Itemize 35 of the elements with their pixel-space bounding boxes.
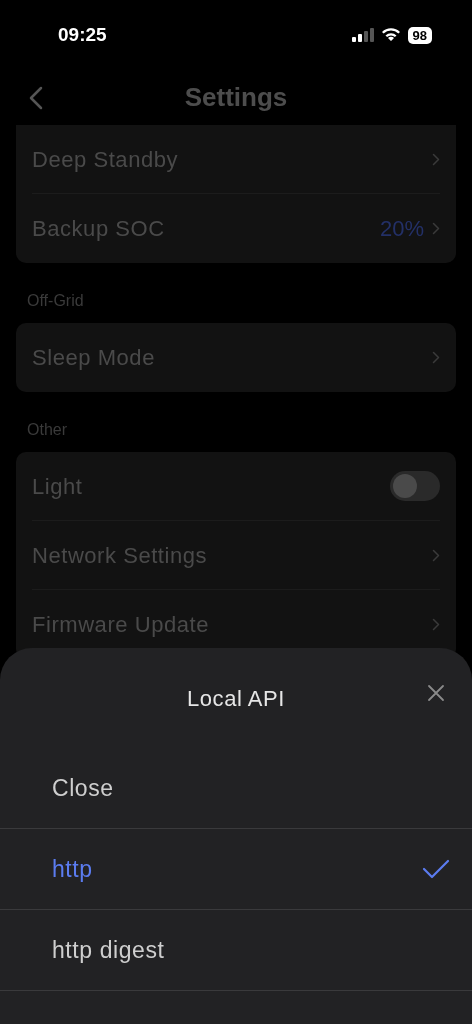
- settings-row[interactable]: Deep Standby: [32, 125, 440, 194]
- row-label: Deep Standby: [32, 145, 180, 174]
- section-title: Off-Grid: [26, 291, 85, 311]
- status-time: 09:25: [58, 22, 107, 47]
- check-icon: [422, 859, 450, 879]
- row-label: Network Settings: [32, 541, 209, 570]
- wifi-icon: [380, 28, 401, 42]
- row-label: Sleep Mode: [32, 344, 156, 372]
- option-row[interactable]: http: [0, 829, 472, 910]
- battery-icon: 98: [407, 26, 432, 44]
- row-value: 20%: [379, 215, 424, 243]
- row-label: Firmware Update: [32, 611, 210, 639]
- settings-row[interactable]: Sleep Mode: [32, 323, 440, 392]
- toggle-switch[interactable]: [390, 471, 440, 501]
- option-label: Close: [52, 773, 115, 803]
- chevron-right-icon: [432, 351, 440, 364]
- row-label: Light: [32, 472, 84, 501]
- option-row[interactable]: Close: [0, 748, 472, 829]
- option-row[interactable]: http digest: [0, 910, 472, 991]
- option-label: http digest: [52, 935, 166, 965]
- section-title: Other: [26, 420, 68, 440]
- row-label: Backup SOC: [32, 215, 166, 243]
- signal-icon: [351, 28, 374, 42]
- chevron-right-icon: [432, 152, 440, 166]
- back-icon[interactable]: [29, 85, 43, 110]
- chevron-right-icon: [432, 548, 440, 562]
- chevron-right-icon: [432, 222, 440, 235]
- close-icon[interactable]: [427, 684, 445, 702]
- settings-row[interactable]: Light: [32, 452, 440, 521]
- sheet-title: Local API: [187, 684, 285, 713]
- chevron-right-icon: [432, 618, 440, 631]
- settings-row[interactable]: Backup SOC 20%: [32, 194, 440, 263]
- page-title: Settings: [184, 81, 288, 114]
- option-label: http: [52, 854, 94, 884]
- settings-row[interactable]: Network Settings: [32, 521, 440, 590]
